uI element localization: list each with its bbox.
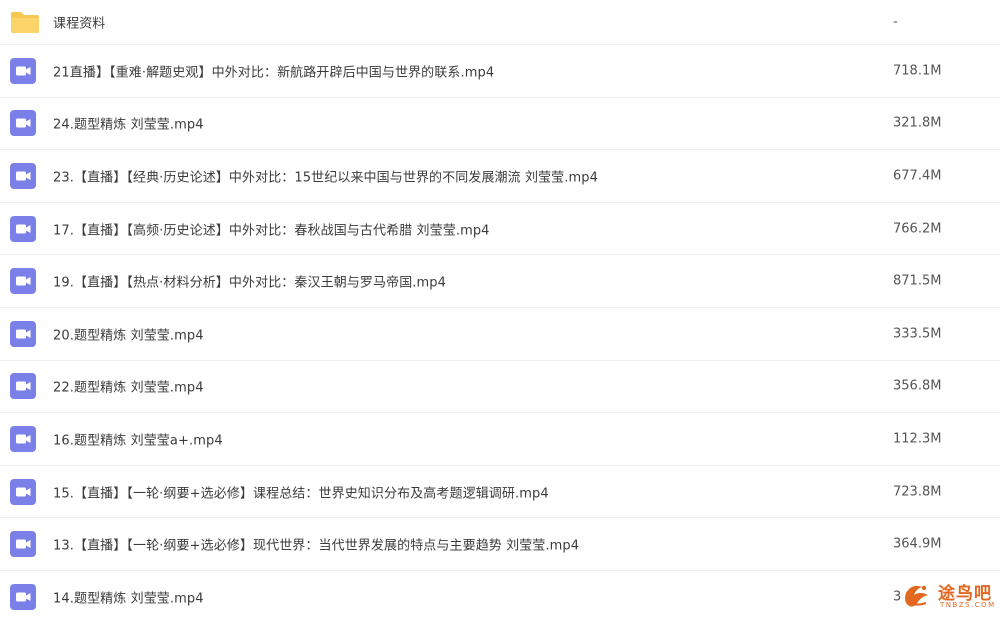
file-list: 课程资料 - 21直播】【重难·解题史观】中外对比：新航路开辟后中国与世界的联系… — [0, 0, 1000, 624]
file-size: 333.5M — [893, 326, 942, 342]
video-icon — [10, 478, 36, 505]
watermark-subtext: TNBZS.COM — [940, 601, 996, 609]
file-name: 15.【直播】【一轮·纲要+选必修】课程总结：世界史知识分布及高考题逻辑调研.m… — [53, 486, 549, 502]
file-name: 14.题型精炼 刘莹莹.mp4 — [53, 591, 204, 607]
file-name: 17.【直播】【高频·历史论述】中外对比：春秋战国与古代希腊 刘莹莹.mp4 — [53, 223, 490, 239]
video-icon — [10, 57, 36, 84]
file-row[interactable]: 17.【直播】【高频·历史论述】中外对比：春秋战国与古代希腊 刘莹莹.mp4 7… — [0, 203, 1000, 256]
file-size: 718.1M — [893, 63, 942, 79]
file-name: 16.题型精炼 刘莹莹a+.mp4 — [53, 433, 223, 449]
watermark: 途鸟吧 TNBZS.COM — [902, 577, 994, 613]
file-row[interactable]: 23.【直播】【经典·历史论述】中外对比：15世纪以来中国与世界的不同发展潮流 … — [0, 150, 1000, 203]
file-row[interactable]: 16.题型精炼 刘莹莹a+.mp4 112.3M — [0, 413, 1000, 466]
file-name: 21直播】【重难·解题史观】中外对比：新航路开辟后中国与世界的联系.mp4 — [53, 65, 495, 81]
video-icon — [10, 531, 36, 558]
file-size: 112.3M — [893, 431, 942, 447]
file-size: 871.5M — [893, 273, 942, 289]
file-row[interactable]: 24.题型精炼 刘莹莹.mp4 321.8M — [0, 98, 1000, 151]
file-size: 364.9M — [893, 536, 942, 552]
video-icon — [10, 584, 36, 611]
video-icon — [10, 373, 36, 400]
file-size: 321.8M — [893, 115, 942, 131]
file-name: 24.题型精炼 刘莹莹.mp4 — [53, 117, 204, 133]
file-name: 13.【直播】【一轮·纲要+选必修】现代世界：当代世界发展的特点与主要趋势 刘莹… — [53, 538, 580, 554]
file-row[interactable]: 14.题型精炼 刘莹莹.mp4 3 — [0, 571, 1000, 624]
folder-icon — [10, 10, 40, 34]
file-row-folder[interactable]: 课程资料 - — [0, 0, 1000, 45]
video-icon — [10, 425, 36, 452]
file-row[interactable]: 21直播】【重难·解题史观】中外对比：新航路开辟后中国与世界的联系.mp4 71… — [0, 45, 1000, 98]
file-name: 20.题型精炼 刘莹莹.mp4 — [53, 328, 204, 344]
file-size: 766.2M — [893, 221, 942, 237]
file-row[interactable]: 19.【直播】【热点·材料分析】中外对比：秦汉王朝与罗马帝国.mp4 871.5… — [0, 255, 1000, 308]
file-name: 22.题型精炼 刘莹莹.mp4 — [53, 380, 204, 396]
file-row[interactable]: 20.题型精炼 刘莹莹.mp4 333.5M — [0, 308, 1000, 361]
file-row[interactable]: 22.题型精炼 刘莹莹.mp4 356.8M — [0, 361, 1000, 414]
video-icon — [10, 268, 36, 295]
video-icon — [10, 320, 36, 347]
file-name: 23.【直播】【经典·历史论述】中外对比：15世纪以来中国与世界的不同发展潮流 … — [53, 170, 598, 186]
video-icon — [10, 162, 36, 189]
file-name: 课程资料 — [53, 16, 106, 32]
tuniao-logo-icon — [902, 581, 936, 611]
file-size: 356.8M — [893, 378, 942, 394]
file-row[interactable]: 13.【直播】【一轮·纲要+选必修】现代世界：当代世界发展的特点与主要趋势 刘莹… — [0, 518, 1000, 571]
file-size: - — [893, 14, 898, 30]
file-size: 677.4M — [893, 168, 942, 184]
video-icon — [10, 110, 36, 137]
file-size: 723.8M — [893, 484, 942, 500]
file-row[interactable]: 15.【直播】【一轮·纲要+选必修】课程总结：世界史知识分布及高考题逻辑调研.m… — [0, 466, 1000, 519]
video-icon — [10, 215, 36, 242]
file-size: 3 — [893, 589, 902, 605]
file-name: 19.【直播】【热点·材料分析】中外对比：秦汉王朝与罗马帝国.mp4 — [53, 275, 447, 291]
